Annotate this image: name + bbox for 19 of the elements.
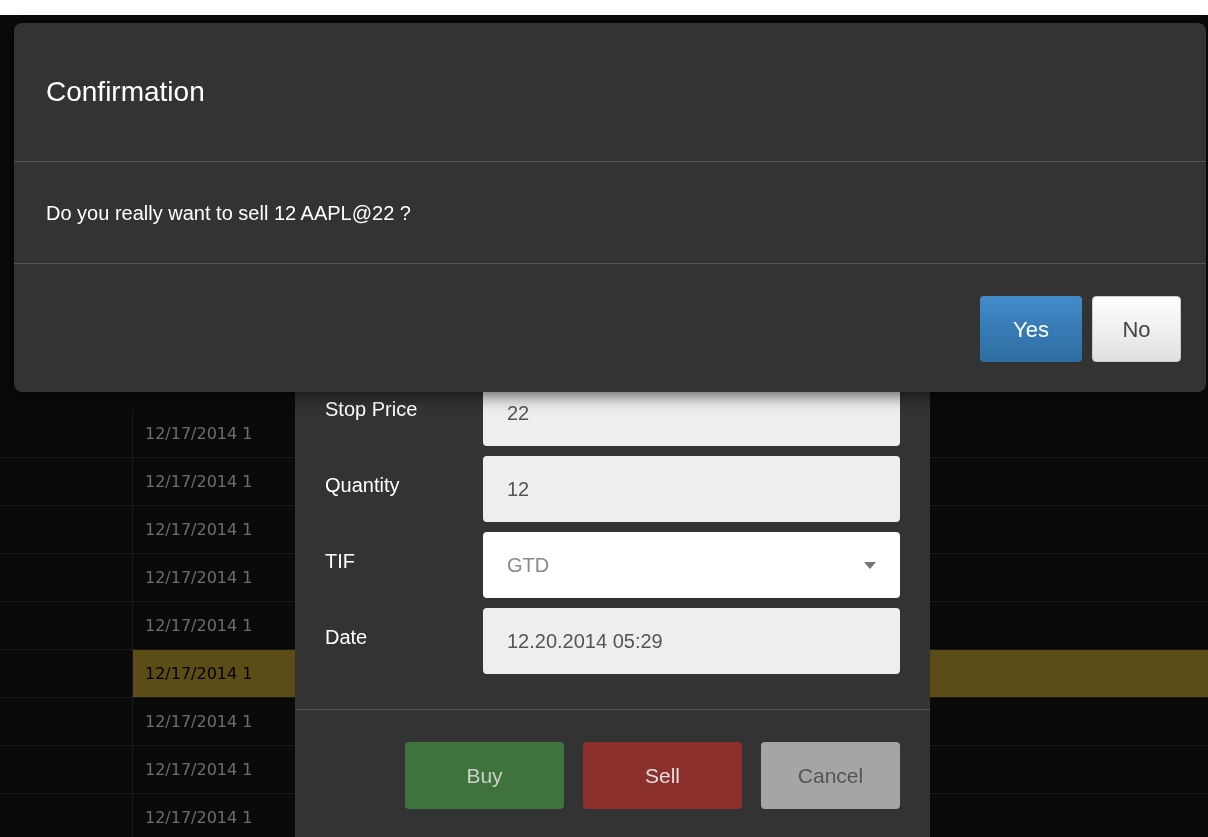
tif-select[interactable]: GTD [483, 532, 900, 598]
dialog-title: Confirmation [46, 75, 205, 109]
field-label: Quantity [325, 473, 401, 498]
cancel-button[interactable]: Cancel [761, 742, 900, 809]
confirmation-message: Do you really want to sell 12 AAPL@22 ? [46, 200, 411, 226]
date-cell-text: 12/17/2014 1 [145, 662, 253, 685]
dropdown-caret-icon [864, 561, 876, 569]
yes-button[interactable]: Yes [980, 296, 1082, 362]
buy-button[interactable]: Buy [405, 742, 564, 809]
input-field[interactable]: 12 [483, 456, 900, 522]
date-cell-text: 12/17/2014 1 [145, 710, 253, 733]
no-button[interactable]: No [1092, 296, 1181, 362]
input-field[interactable]: 12.20.2014 05:29 [483, 608, 900, 674]
sell-button[interactable]: Sell [583, 742, 742, 809]
field-label: TIF [325, 549, 356, 574]
date-cell-text: 12/17/2014 1 [145, 518, 253, 541]
field-label: Stop Price [325, 397, 419, 422]
date-cell-text: 12/17/2014 1 [145, 806, 253, 829]
field-label: Date [325, 625, 369, 650]
